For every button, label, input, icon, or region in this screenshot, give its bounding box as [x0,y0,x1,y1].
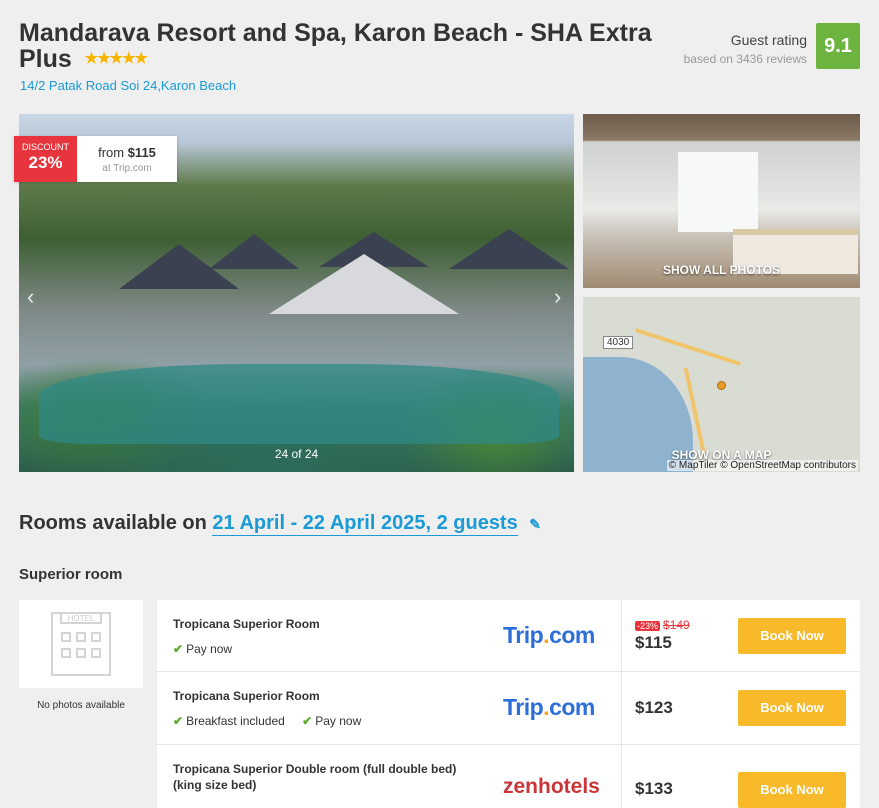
map-road-shape [635,328,741,366]
guest-rating-label: Guest rating [730,32,807,48]
divider [621,745,622,808]
perk-item: ✔ Pay now [173,642,232,656]
old-price-value: $149 [663,618,690,632]
carousel-next-icon[interactable]: › [554,284,561,310]
offer-room-name: Tropicana Superior Room [173,689,320,703]
building-window-icon [76,648,86,658]
no-photos-text: No photos available [37,700,125,711]
provider-suffix: com [549,622,595,648]
offer-row[interactable]: Tropicana Superior Double room (full dou… [157,745,860,808]
divider [621,672,622,744]
building-window-icon [91,648,101,658]
check-icon: ✔ [173,642,184,656]
location-map[interactable]: 4030 SHOW ON A MAP © MapTiler © OpenStre… [583,297,860,472]
deal-price: $115 [127,145,156,160]
discount-percent: 23% [28,153,63,172]
offer-perks: ✔ Pay now [173,642,246,656]
rooms-dates-link[interactable]: 21 April - 22 April 2025, 2 guests [212,512,518,536]
perk-item: ✔ Breakfast included [173,714,285,728]
offer-perks: ✔ Breakfast included ✔ Pay now [173,714,375,728]
room-photo-thumbnail[interactable]: SHOW ALL PHOTOS [583,114,860,288]
provider-logo-trip: Trip.com [503,622,595,649]
book-now-button[interactable]: Book Now [738,772,846,808]
edit-dates-icon[interactable]: ✎ [529,516,541,533]
room-window-shape [678,152,758,232]
star-rating-icon: ★★★★★ [84,50,148,67]
map-road-label: 4030 [603,336,634,349]
deal-from-prefix: from [98,145,125,160]
hotel-sign-label: HOTEL [60,612,102,624]
perk-label: Pay now [315,714,362,728]
provider-main: Trip [503,694,544,720]
provider-suffix: com [549,694,595,720]
discount-badge: -23% [635,621,661,631]
perk-item: ✔ Pay now [302,714,361,728]
divider [621,600,622,671]
deal-box[interactable]: DISCOUNT 23% from $115 at Trip.com [14,136,177,182]
map-credit[interactable]: © MapTiler © OpenStreetMap contributors [666,460,858,471]
review-count[interactable]: based on 3436 reviews [684,52,807,66]
offer-price: $115 [635,633,672,652]
rooms-heading: Rooms available on 21 April - 22 April 2… [19,512,541,536]
room-type-title: Superior room [19,566,123,583]
rating-score-badge: 9.1 [816,23,860,69]
offer-room-name: Tropicana Superior Room [173,617,320,631]
offers-list: Tropicana Superior Room ✔ Pay now Trip.co… [157,600,860,808]
offer-row[interactable]: Tropicana Superior Room ✔ Pay now Trip.co… [157,600,860,672]
check-icon: ✔ [302,714,313,728]
perk-label: Pay now [186,642,233,656]
rooms-heading-prefix: Rooms available on [19,512,207,534]
offer-price: $123 [635,698,673,717]
photo-canopy-shape [269,254,459,314]
old-price: -23% $149 [635,618,690,632]
perk-label: Breakfast included [186,714,285,728]
deal-from-price: from $115 [77,145,177,160]
map-pin-icon [717,381,726,390]
offer-room-name: Tropicana Superior Double room (full dou… [173,762,457,792]
offer-row[interactable]: Tropicana Superior Room ✔ Breakfast inclu… [157,672,860,745]
discount-tag: DISCOUNT 23% [14,136,77,182]
provider-logo-trip: Trip.com [503,694,595,721]
book-now-button[interactable]: Book Now [738,618,846,654]
hotel-title: Mandarava Resort and Spa, Karon Beach - … [19,20,669,72]
hotel-building-icon: HOTEL [51,612,111,676]
offer-price: $133 [635,779,673,798]
room-thumbnail-placeholder: HOTEL [19,600,143,688]
photo-counter: 24 of 24 [274,447,319,461]
building-window-icon [76,632,86,642]
deal-source: at Trip.com [102,163,152,174]
photo-roof-shape [449,229,569,269]
discount-label: DISCOUNT [22,142,69,152]
provider-logo-zenhotels: zenhotels [503,775,600,798]
provider-main: Trip [503,622,544,648]
show-all-photos-link[interactable]: SHOW ALL PHOTOS [583,263,860,277]
photo-pool-shape [39,364,559,444]
carousel-prev-icon[interactable]: ‹ [27,284,34,310]
building-window-icon [61,648,71,658]
book-now-button[interactable]: Book Now [738,690,846,726]
building-window-icon [91,632,101,642]
building-window-icon [61,632,71,642]
hotel-address-link[interactable]: 14/2 Patak Road Soi 24,Karon Beach [20,78,236,93]
check-icon: ✔ [173,714,184,728]
